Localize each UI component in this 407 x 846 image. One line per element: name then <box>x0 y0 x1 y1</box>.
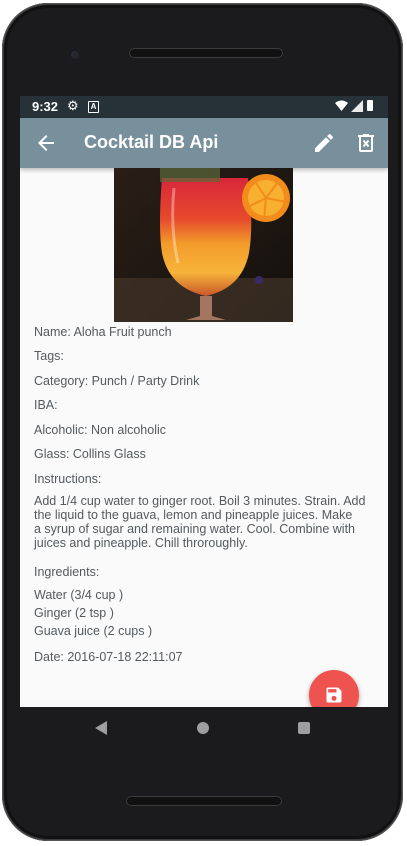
nav-home-icon[interactable] <box>197 722 209 734</box>
ingredient-item: Guava juice (2 cups ) <box>34 624 153 638</box>
drink-tags: Tags: <box>34 349 64 363</box>
drink-alcoholic: Alcoholic: Non alcoholic <box>34 423 167 437</box>
status-bar: 9:32 ⚙ A <box>20 96 388 118</box>
bottom-speaker <box>126 796 282 806</box>
ingredient-item: Ginger (2 tsp ) <box>34 606 114 620</box>
cocktail-photo <box>114 168 293 322</box>
wifi-icon <box>335 100 348 111</box>
cell-signal-icon <box>351 100 363 112</box>
nav-recents-icon[interactable] <box>298 722 310 734</box>
ingredients-label: Ingredients: <box>34 565 100 579</box>
instructions-line: the liquid to the guava, lemon and pinea… <box>34 508 353 522</box>
ingredients-list: Water (3/4 cup ) Ginger (2 tsp ) Guava j… <box>34 588 379 642</box>
drink-glass: Glass: Collins Glass <box>34 447 146 461</box>
toolbar-title: Cocktail DB Api <box>84 132 219 152</box>
instructions-line: a syrup of sugar and remaining water. Co… <box>34 522 355 536</box>
instructions-text: Add 1/4 cup water to ginger root. Boil 3… <box>34 494 379 550</box>
app-screen: 9:32 ⚙ A Cocktail DB Api Name: Aloha Fru… <box>20 96 388 707</box>
app-toolbar: Cocktail DB Api <box>20 118 388 168</box>
instructions-line: Add 1/4 cup water to ginger root. Boil 3… <box>34 494 366 508</box>
save-icon <box>326 687 342 703</box>
drink-date: Date: 2016-07-18 22:11:07 <box>34 650 183 664</box>
status-time: 9:32 <box>32 99 59 114</box>
settings-status-icon: ⚙ <box>67 98 79 113</box>
drink-name: Name: Aloha Fruit punch <box>34 325 172 339</box>
drink-iba: IBA: <box>34 398 58 412</box>
save-button[interactable] <box>309 670 359 707</box>
pencil-icon[interactable] <box>312 131 336 155</box>
system-nav-bar <box>20 707 388 751</box>
front-camera <box>68 48 82 62</box>
notification-a-icon: A <box>88 101 99 113</box>
ingredient-item: Water (3/4 cup ) <box>34 588 124 602</box>
instructions-label: Instructions: <box>34 472 102 486</box>
arrow-back-icon[interactable] <box>34 131 58 155</box>
drink-category: Category: Punch / Party Drink <box>34 374 200 388</box>
nav-back-icon[interactable] <box>95 721 107 735</box>
delete-icon[interactable] <box>354 131 378 155</box>
earpiece-speaker <box>129 48 283 58</box>
battery-icon <box>367 100 373 111</box>
instructions-line: juices and pineapple. Chill throroughly. <box>34 536 248 550</box>
